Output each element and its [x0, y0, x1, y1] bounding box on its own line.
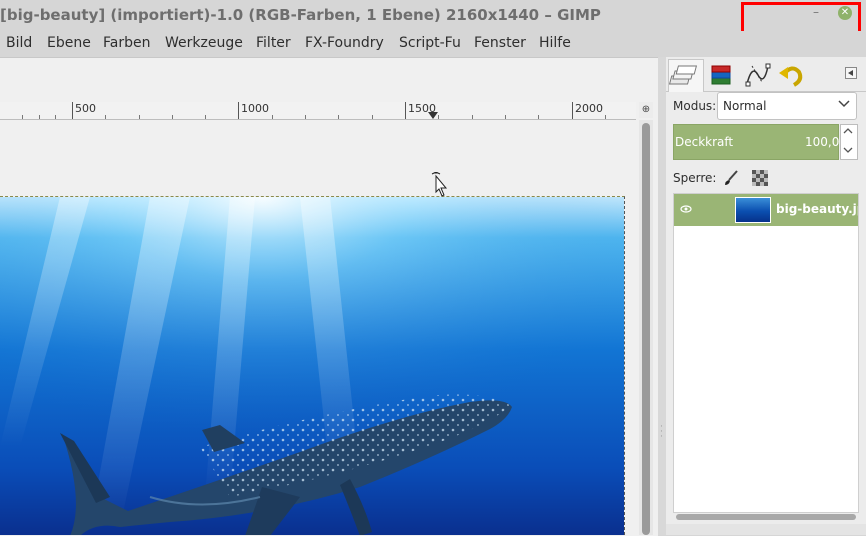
lock-pixels-icon[interactable] — [722, 169, 740, 187]
panel-horizontal-scrollbar[interactable] — [676, 514, 856, 520]
spin-down-icon[interactable] — [842, 144, 854, 156]
close-button[interactable]: ✕ — [838, 6, 852, 20]
window-title: [big-beauty] (importiert)-1.0 (RGB-Farbe… — [0, 6, 601, 24]
ruler-label-2000: 2000 — [575, 102, 603, 115]
opacity-value: 100,0 — [805, 135, 840, 149]
minimize-button[interactable]: – — [810, 6, 822, 18]
panel-menu-icon[interactable] — [845, 67, 857, 79]
mode-label: Modus: — [673, 99, 717, 113]
panel-bottom-toolbar — [666, 524, 866, 535]
menu-bild[interactable]: Bild — [6, 35, 32, 51]
spin-up-icon[interactable] — [842, 125, 854, 137]
channels-icon[interactable] — [706, 60, 736, 90]
paths-icon[interactable] — [742, 60, 772, 90]
visibility-eye-icon[interactable] — [680, 204, 692, 217]
layer-thumbnail — [735, 197, 771, 223]
dock-divider[interactable] — [658, 57, 666, 535]
menu-filter[interactable]: Filter — [256, 35, 291, 51]
lock-alpha-icon[interactable] — [752, 170, 768, 186]
layer-name[interactable]: big-beauty.jpg — [776, 202, 858, 216]
mouse-cursor-icon — [431, 172, 448, 197]
menu-fenster[interactable]: Fenster — [474, 35, 526, 51]
dock-grip-icon[interactable]: · · · — [660, 423, 663, 442]
mode-value: Normal — [723, 99, 767, 113]
menu-ebene[interactable]: Ebene — [47, 35, 91, 51]
menu-script-fu[interactable]: Script-Fu — [399, 35, 461, 51]
layers-icon — [668, 65, 698, 85]
undo-history-icon[interactable] — [776, 60, 806, 90]
menu-hilfe[interactable]: Hilfe — [539, 35, 571, 51]
image-canvas[interactable] — [0, 196, 625, 535]
ruler-pointer-icon — [428, 112, 438, 119]
lock-label: Sperre: — [673, 171, 717, 185]
layer-list[interactable] — [673, 193, 859, 513]
menu-farben[interactable]: Farben — [103, 35, 150, 51]
opacity-label: Deckkraft — [675, 135, 734, 149]
ruler-label-1000: 1000 — [241, 102, 269, 115]
horizontal-ruler[interactable]: 500 1000 1500 2000 — [0, 102, 636, 120]
menu-werkzeuge[interactable]: Werkzeuge — [165, 35, 243, 51]
ruler-label-500: 500 — [75, 102, 96, 115]
menu-fx-foundry[interactable]: FX-Foundry — [305, 35, 384, 51]
zoom-navigation-icon[interactable]: ⊕ — [639, 102, 653, 118]
vertical-scrollbar-thumb[interactable] — [642, 123, 650, 535]
chevron-down-icon — [838, 100, 850, 108]
whale-shark-photo — [0, 197, 624, 535]
tab-layers[interactable] — [668, 59, 704, 92]
menu-bar: Bild Ebene Farben Werkzeuge Filter FX-Fo… — [0, 31, 866, 57]
